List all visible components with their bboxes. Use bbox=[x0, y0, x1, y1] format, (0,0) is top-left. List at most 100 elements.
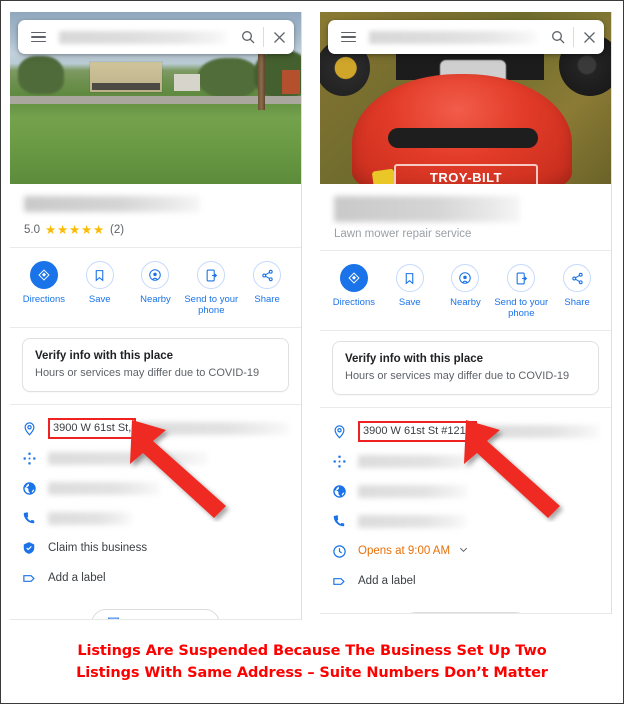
nearby-icon bbox=[451, 264, 480, 292]
suggest-an-edit-button[interactable]: Suggest an edit bbox=[91, 609, 220, 619]
action-send-to-phone[interactable]: Send to your phone bbox=[183, 261, 239, 316]
brand-plate-shape: TROY-BILT bbox=[394, 164, 538, 184]
close-icon[interactable] bbox=[574, 20, 604, 54]
info-row-website[interactable] bbox=[10, 473, 301, 503]
hamburger-icon[interactable] bbox=[331, 20, 365, 54]
shed-shape bbox=[174, 74, 200, 91]
rating-count: (2) bbox=[110, 223, 125, 236]
share-icon bbox=[563, 264, 592, 292]
website-redacted-left bbox=[48, 481, 160, 495]
action-share[interactable]: Share bbox=[239, 261, 295, 305]
action-share[interactable]: Share bbox=[549, 264, 605, 308]
info-row-add-label[interactable]: Add a label bbox=[10, 563, 301, 593]
clock-icon bbox=[332, 544, 358, 559]
label-tag-icon bbox=[22, 571, 48, 586]
directions-icon bbox=[339, 264, 368, 292]
tree-shape bbox=[198, 58, 258, 98]
claim-business-label: Claim this business bbox=[48, 542, 148, 554]
add-label-label: Add a label bbox=[358, 575, 416, 587]
suggest-an-edit-button[interactable]: Suggest an edit bbox=[401, 612, 530, 613]
caption-line-1: Listings Are Suspended Because The Busin… bbox=[77, 643, 547, 659]
info-row-plus-code[interactable] bbox=[320, 446, 611, 476]
mower-hood-shape: TROY-BILT bbox=[352, 74, 572, 184]
listing-photo-left[interactable] bbox=[10, 12, 301, 184]
business-name-redacted-left bbox=[24, 196, 200, 212]
add-label-label: Add a label bbox=[48, 572, 106, 584]
search-input-right[interactable] bbox=[369, 30, 537, 44]
close-icon[interactable] bbox=[264, 20, 294, 54]
verify-card-subtitle: Hours or services may differ due to COVI… bbox=[35, 367, 260, 379]
verify-card-title: Verify info with this place bbox=[345, 353, 484, 365]
listing-panel-right: TROY-BILT Lawn mower repair service Dire… bbox=[320, 12, 612, 614]
nearby-icon bbox=[141, 261, 170, 289]
action-save[interactable]: Save bbox=[382, 264, 438, 308]
search-input-left[interactable] bbox=[59, 30, 227, 44]
verify-card-wrap-right: Verify info with this place Hours or ser… bbox=[320, 331, 611, 407]
listing-header-right: Lawn mower repair service bbox=[320, 184, 611, 250]
plus-code-icon bbox=[332, 454, 358, 469]
website-redacted-right bbox=[358, 484, 468, 498]
action-directions[interactable]: Directions bbox=[326, 264, 382, 308]
verify-info-card[interactable]: Verify info with this place Hours or ser… bbox=[22, 338, 289, 392]
sign-shape bbox=[282, 70, 300, 94]
phone-icon bbox=[332, 514, 358, 528]
action-buttons-right: Directions Save Nearby Send to your phon… bbox=[320, 251, 611, 330]
tree-shape bbox=[18, 56, 64, 94]
search-bar-right[interactable] bbox=[328, 20, 604, 54]
rating-stars: ★★★★★ bbox=[45, 223, 106, 237]
rating-row-left[interactable]: 5.0 ★★★★★ (2) bbox=[24, 222, 287, 237]
action-send-to-phone[interactable]: Send to your phone bbox=[493, 264, 549, 319]
address-redacted-left bbox=[138, 421, 289, 435]
suggest-edit-label: Suggest an edit bbox=[127, 618, 203, 619]
info-row-address[interactable]: 3900 W 61st St #1218 bbox=[320, 416, 611, 446]
search-bar-left[interactable] bbox=[18, 20, 294, 54]
info-row-claim-business[interactable]: Claim this business bbox=[10, 533, 301, 563]
info-row-add-label[interactable]: Add a label bbox=[320, 566, 611, 596]
chevron-down-icon[interactable] bbox=[458, 544, 469, 558]
action-label: Nearby bbox=[140, 294, 171, 305]
action-label: Nearby bbox=[450, 297, 481, 308]
info-row-address[interactable]: 3900 W 61st St, bbox=[10, 413, 301, 443]
address-redacted-right bbox=[478, 424, 599, 438]
directions-icon bbox=[29, 261, 58, 289]
info-row-phone[interactable] bbox=[10, 503, 301, 533]
info-row-phone[interactable] bbox=[320, 506, 611, 536]
hours-status-label: Opens at 9:00 AM bbox=[358, 545, 451, 557]
caption-line-2: Listings With Same Address – Suite Numbe… bbox=[76, 665, 548, 681]
plus-code-icon bbox=[22, 451, 48, 466]
action-nearby[interactable]: Nearby bbox=[128, 261, 184, 305]
phone-redacted-left bbox=[48, 511, 132, 525]
listing-photo-right[interactable]: TROY-BILT bbox=[320, 12, 611, 184]
action-save[interactable]: Save bbox=[72, 261, 128, 305]
business-name-redacted-right bbox=[334, 196, 520, 222]
feedback-icon bbox=[107, 616, 120, 619]
search-icon[interactable] bbox=[543, 20, 573, 54]
listing-header-left: 5.0 ★★★★★ (2) bbox=[10, 184, 301, 247]
info-row-website[interactable] bbox=[320, 476, 611, 506]
phone-redacted-right bbox=[358, 514, 466, 528]
action-directions[interactable]: Directions bbox=[16, 261, 72, 305]
info-row-plus-code[interactable] bbox=[10, 443, 301, 473]
info-list-left: 3900 W 61st St, Claim this business Add … bbox=[10, 405, 301, 597]
action-label: Send to your phone bbox=[184, 294, 239, 316]
search-icon[interactable] bbox=[233, 20, 263, 54]
suggest-edit-wrap-left: Suggest an edit bbox=[10, 597, 301, 619]
action-label: Share bbox=[254, 294, 280, 305]
action-nearby[interactable]: Nearby bbox=[438, 264, 494, 308]
action-buttons-left: Directions Save Nearby Send to your phon… bbox=[10, 248, 301, 327]
info-row-hours[interactable]: Opens at 9:00 AM bbox=[320, 536, 611, 566]
send-to-phone-icon bbox=[507, 264, 536, 292]
listing-panel-left: 5.0 ★★★★★ (2) Directions Save Nearby Sen… bbox=[10, 12, 302, 620]
verify-card-subtitle: Hours or services may differ due to COVI… bbox=[345, 370, 570, 382]
business-category-right: Lawn mower repair service bbox=[334, 228, 472, 240]
verify-info-card[interactable]: Verify info with this place Hours or ser… bbox=[332, 341, 599, 395]
location-pin-icon bbox=[22, 421, 48, 436]
info-list-right: 3900 W 61st St #1218 Opens at 9:00 AM Ad… bbox=[320, 408, 611, 600]
hamburger-icon[interactable] bbox=[21, 20, 55, 54]
action-label: Save bbox=[398, 297, 421, 308]
action-label: Share bbox=[564, 297, 590, 308]
plus-code-redacted-left bbox=[48, 451, 208, 465]
globe-icon bbox=[332, 484, 358, 499]
phone-icon bbox=[22, 511, 48, 525]
globe-icon bbox=[22, 481, 48, 496]
